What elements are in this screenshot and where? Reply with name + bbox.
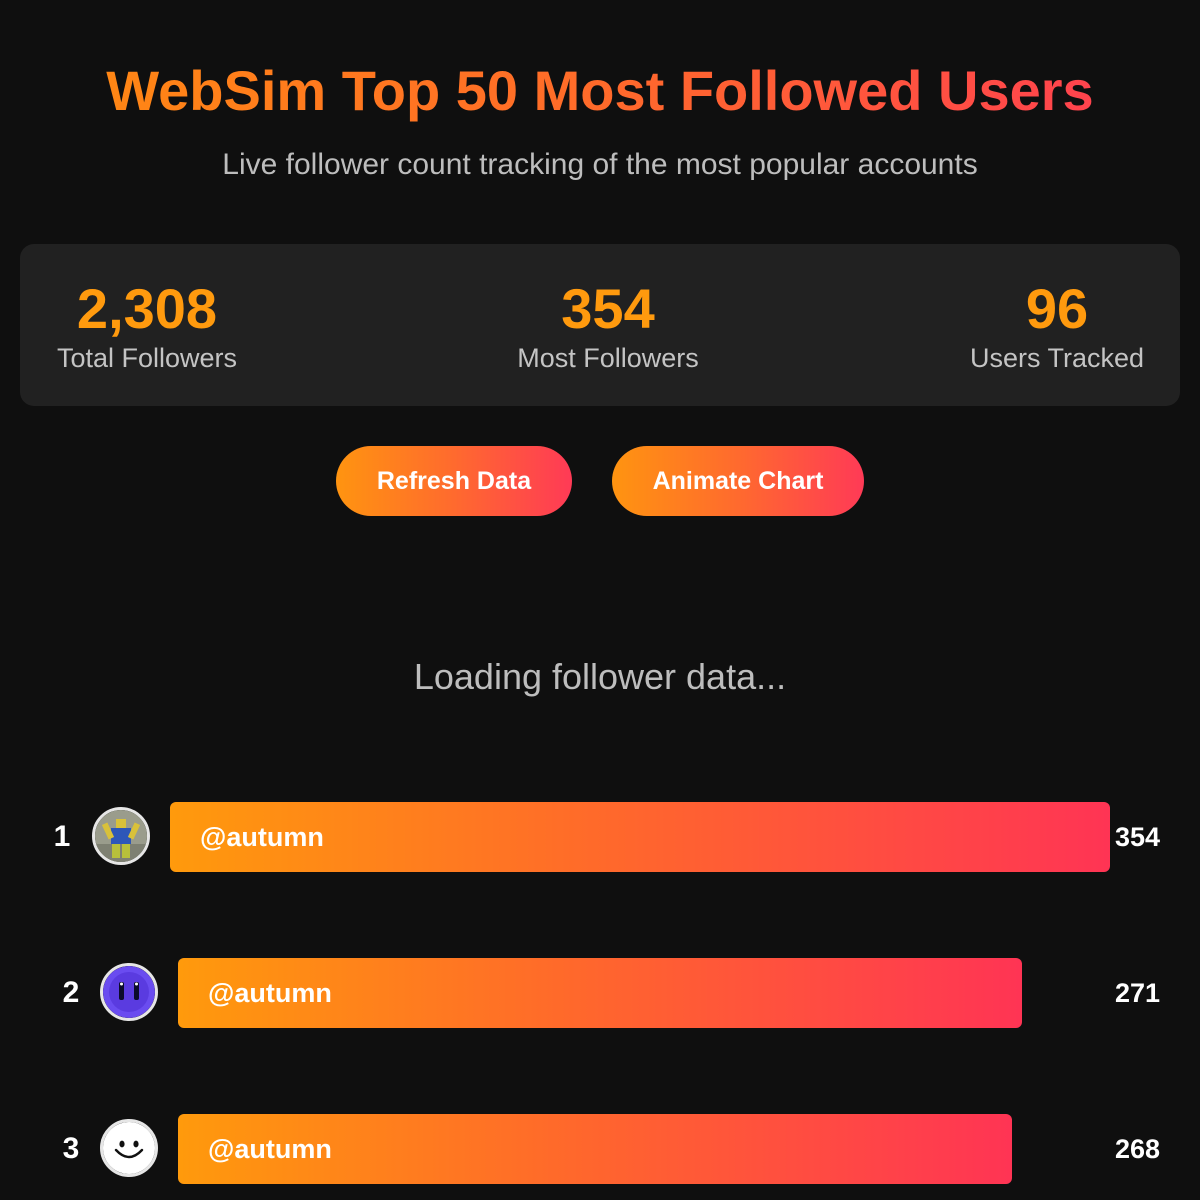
stat-value: 96 [1025, 277, 1089, 340]
stat-label: Most Followers [517, 343, 699, 373]
stats-panel: 2,308 Total Followers 354 Most Followers… [20, 244, 1180, 406]
follower-bar: @autumn [178, 1114, 1012, 1184]
username-label: @autumn [208, 978, 332, 1008]
follower-bar: @autumn [178, 958, 1022, 1028]
rank-number: 3 [62, 1132, 80, 1165]
stat-value: 354 [561, 277, 655, 340]
username-label: @autumn [200, 822, 324, 852]
animate-chart-button[interactable]: Animate Chart [612, 446, 864, 516]
stat-total-followers: 2,308 Total Followers [48, 278, 246, 376]
stat-label: Total Followers [56, 343, 238, 373]
follower-count: 354 [1114, 822, 1160, 852]
follower-count: 268 [1114, 1134, 1160, 1164]
yellow-figure-avatar [92, 807, 150, 865]
purple-face-avatar [100, 963, 158, 1021]
leaderboard-row[interactable]: 3 @autumn 268 [0, 1113, 1200, 1185]
username-label: @autumn [208, 1134, 332, 1164]
leaderboard-row[interactable]: 2 @autumn 271 [0, 957, 1200, 1029]
refresh-data-button[interactable]: Refresh Data [336, 446, 572, 516]
stat-most-followers: 354 Most Followers [498, 278, 718, 376]
rank-number: 1 [53, 820, 71, 853]
stat-label: Users Tracked [969, 343, 1145, 373]
smiley-face-avatar [100, 1119, 158, 1177]
follower-bar: @autumn [170, 802, 1110, 872]
follower-count: 271 [1114, 978, 1160, 1008]
page-subtitle: Live follower count tracking of the most… [222, 148, 978, 181]
leaderboard-row[interactable]: 1 @autumn 354 [0, 801, 1200, 873]
stat-value: 2,308 [76, 277, 218, 340]
page-title: WebSim Top 50 Most Followed Users [0, 58, 1200, 123]
loading-message: Loading follower data... [413, 656, 787, 697]
stat-users-tracked: 96 Users Tracked [962, 278, 1152, 376]
rank-number: 2 [62, 976, 80, 1009]
